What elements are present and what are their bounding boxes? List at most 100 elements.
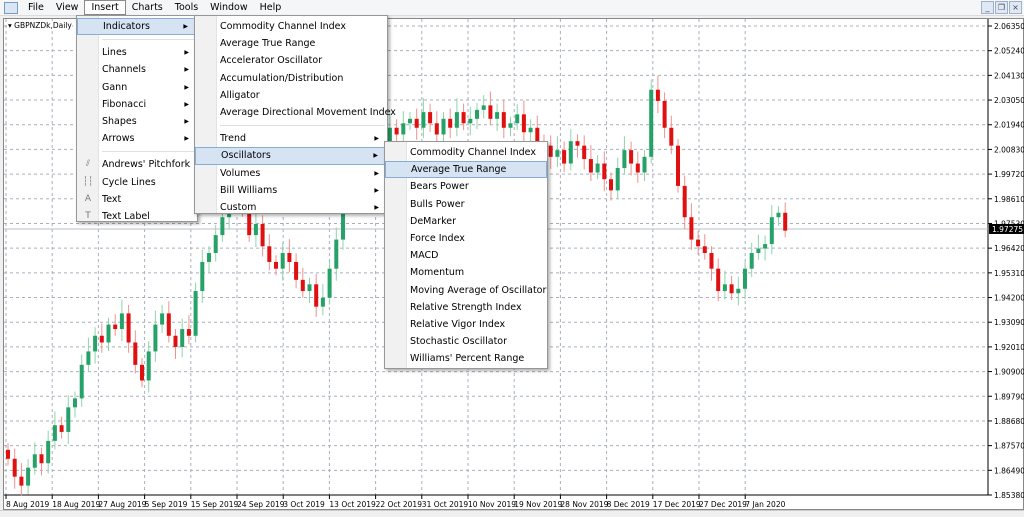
menu-item-volumes[interactable]: Volumes ▶	[195, 165, 387, 182]
candle-bear	[133, 342, 138, 365]
submenu-arrow-icon: ▶	[184, 117, 189, 125]
menu-item-average-true-range[interactable]: Average True Range	[385, 161, 547, 179]
menu-item-label: Average Directional Movement Index	[220, 106, 396, 118]
candle-bull	[568, 141, 573, 164]
price-tick-label: 1.98610	[994, 195, 1024, 204]
submenu-arrow-icon: ▶	[184, 135, 189, 143]
menu-item-label: Andrews' Pitchfork	[102, 159, 191, 171]
menu-item-label: Moving Average of Oscillator	[410, 284, 547, 296]
menu-item-gann[interactable]: Gann ▶	[77, 79, 197, 96]
candle-bull	[320, 297, 325, 307]
price-tick-label: 1.87570	[994, 442, 1024, 451]
menu-item-label: Commodity Channel Index	[410, 147, 536, 158]
menu-item-moving-average-of-oscillator[interactable]: Moving Average of Oscillator	[385, 282, 547, 299]
menu-item-channels[interactable]: Channels ▶	[77, 61, 197, 78]
menu-item-shapes[interactable]: Shapes ▶	[77, 113, 197, 130]
candle-bear	[716, 268, 721, 292]
menu-view[interactable]: View	[50, 0, 85, 15]
menu-item-force-index[interactable]: Force Index	[385, 230, 547, 247]
candle-bull	[153, 324, 158, 352]
menu-item-text[interactable]: A Text	[77, 191, 197, 208]
menu-charts[interactable]: Charts	[126, 0, 169, 15]
candle-bear	[260, 223, 265, 247]
date-tick-label: 15 Sep 2019	[191, 500, 239, 509]
menu-item-label: Text	[102, 193, 122, 205]
menu-item-fibonacci[interactable]: Fibonacci ▶	[77, 96, 197, 113]
menu-item-lines[interactable]: Lines ▶	[77, 44, 197, 61]
menu-item-stochastic-oscillator[interactable]: Stochastic Oscillator	[385, 333, 547, 350]
candle-bull	[454, 112, 459, 128]
app-icon[interactable]	[4, 1, 18, 14]
date-tick-label: 7 Jan 2020	[745, 500, 785, 509]
menu-item-demarker[interactable]: DeMarker	[385, 213, 547, 230]
submenu-arrow-icon: ▶	[374, 186, 379, 194]
candle-bear	[126, 313, 131, 343]
menu-item-williams-percent-range[interactable]: Williams' Percent Range	[385, 350, 547, 367]
menu-item-commodity-channel-index[interactable]: Commodity Channel Index	[195, 18, 387, 35]
candle-bear	[588, 159, 593, 173]
menu-item-bill-williams[interactable]: Bill Williams ▶	[195, 182, 387, 199]
menu-item-bulls-power[interactable]: Bulls Power	[385, 196, 547, 213]
menu-item-accelerator-oscillator[interactable]: Accelerator Oscillator	[195, 52, 387, 69]
menu-item-andrews-pitchfork[interactable]: ⫽ Andrews' Pitchfork	[77, 156, 197, 173]
candle-bear	[709, 253, 714, 269]
menu-item-cycle-lines[interactable]: ┆┆ Cycle Lines	[77, 174, 197, 191]
candle-bull	[86, 351, 91, 365]
menu-help[interactable]: Help	[254, 0, 288, 15]
menu-item-label: MACD	[410, 250, 439, 262]
candle-bull	[200, 261, 205, 292]
candle-bear	[173, 335, 178, 347]
candle-bull	[441, 118, 446, 135]
menu-item-label: Shapes	[102, 115, 137, 127]
price-tick-label: 1.95310	[994, 269, 1024, 278]
text-label-icon: T	[85, 210, 91, 221]
candle-bear	[682, 185, 687, 218]
menu-item-momentum[interactable]: Momentum	[385, 264, 547, 281]
menu-window[interactable]: Window	[204, 0, 253, 15]
candle-bear	[12, 458, 17, 477]
candle-bear	[99, 335, 104, 343]
menu-item-average-directional-movement-index[interactable]: Average Directional Movement Index	[195, 104, 396, 121]
menu-item-label: Bears Power	[410, 181, 469, 193]
menu-file[interactable]: File	[22, 0, 50, 15]
minimize-button[interactable]: _	[981, 1, 994, 14]
menu-item-label: Stochastic Oscillator	[410, 336, 508, 348]
candle-bear	[39, 454, 44, 464]
candle-bear	[702, 246, 707, 254]
candle-bull	[79, 364, 84, 399]
menu-item-commodity-channel-index[interactable]: Commodity Channel Index	[385, 144, 547, 161]
date-tick-label: 17 Dec 2019	[653, 500, 701, 509]
menu-item-text-label[interactable]: T Text Label	[77, 208, 197, 225]
menu-item-indicators[interactable]: Indicators ▶	[77, 18, 197, 36]
menu-item-bears-power[interactable]: Bears Power	[385, 178, 547, 195]
candle-bear	[267, 246, 272, 262]
menu-item-label: Fibonacci	[102, 98, 147, 110]
candle-bull	[649, 89, 654, 157]
menu-item-alligator[interactable]: Alligator	[195, 87, 387, 104]
menu-item-accumulation-distribution[interactable]: Accumulation/Distribution	[195, 70, 387, 87]
menu-item-trend[interactable]: Trend ▶	[195, 130, 387, 147]
menu-item-macd[interactable]: MACD	[385, 247, 547, 264]
menu-insert[interactable]: Insert	[84, 0, 126, 15]
price-tick-label: 1.90900	[994, 368, 1024, 377]
menu-item-label: Gann	[102, 81, 128, 93]
menu-item-relative-vigor-index[interactable]: Relative Vigor Index	[385, 316, 547, 333]
menu-item-custom[interactable]: Custom ▶	[195, 199, 387, 216]
price-tick-label: 2.05240	[994, 47, 1024, 56]
candle-bull	[736, 288, 741, 294]
candle-bear	[294, 261, 299, 280]
menu-item-oscillators[interactable]: Oscillators ▶	[195, 147, 387, 165]
candle-bull	[93, 335, 98, 352]
candle-bull	[66, 407, 71, 432]
restore-button[interactable]: ❐	[995, 1, 1008, 14]
price-tick-label: 1.88680	[994, 417, 1024, 426]
menu-item-label: Oscillators	[221, 150, 271, 162]
candle-bear	[783, 212, 788, 231]
menu-item-arrows[interactable]: Arrows ▶	[77, 130, 197, 147]
price-tick-label: 1.94200	[994, 294, 1024, 303]
menu-item-average-true-range[interactable]: Average True Range	[195, 35, 387, 52]
menu-tools[interactable]: Tools	[169, 0, 204, 15]
close-button[interactable]: ×	[1009, 1, 1022, 14]
candle-bear	[655, 89, 660, 101]
menu-item-relative-strength-index[interactable]: Relative Strength Index	[385, 299, 547, 316]
